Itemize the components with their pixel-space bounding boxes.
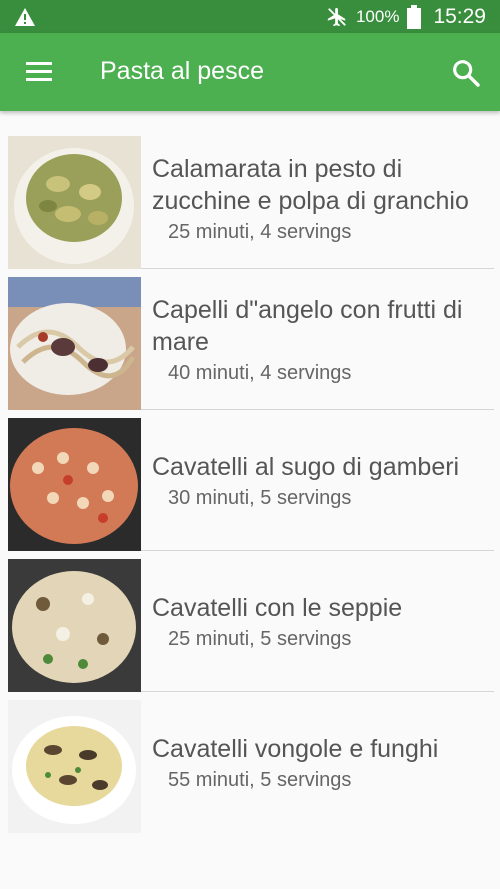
recipe-photo: [8, 559, 141, 692]
recipe-meta: 25 minuti, 5 servings: [168, 627, 352, 650]
recipe-meta: 55 minuti, 5 servings: [168, 768, 352, 791]
app-bar: Pasta al pesce: [0, 33, 500, 111]
recipe-photo: [8, 277, 141, 410]
status-bar: 100% 15:29: [0, 0, 500, 33]
recipe-item[interactable]: Cavatelli con le seppie 25 minuti, 5 ser…: [8, 551, 494, 692]
menu-icon[interactable]: [24, 59, 54, 85]
airplane-mode-icon: [327, 7, 346, 26]
recipe-item[interactable]: Cavatelli al sugo di gamberi 30 minuti, …: [8, 410, 494, 551]
recipe-name: Cavatelli al sugo di gamberi: [152, 452, 460, 481]
recipe-photo: [8, 136, 141, 269]
recipe-item[interactable]: Calamarata in pesto di zucchine e polpa …: [8, 128, 494, 269]
recipe-meta: 30 minuti, 5 servings: [168, 486, 352, 509]
recipe-name: Calamarata in pesto di zucchine e polpa …: [152, 154, 469, 215]
search-icon[interactable]: [450, 57, 482, 89]
recipe-item[interactable]: Cavatelli vongole e funghi 55 minuti, 5 …: [8, 692, 494, 833]
warning-icon: [15, 8, 35, 26]
battery-percent: 100%: [355, 6, 400, 26]
recipe-item[interactable]: Capelli d"angelo con frutti di mare 40 m…: [8, 269, 494, 410]
battery-icon: [407, 4, 422, 29]
recipe-photo: [8, 700, 141, 833]
recipe-meta: 25 minuti, 4 servings: [168, 220, 352, 243]
recipe-meta: 40 minuti, 4 servings: [168, 361, 352, 384]
recipe-name: Cavatelli con le seppie: [152, 593, 403, 622]
recipe-list: Calamarata in pesto di zucchine e polpa …: [0, 128, 500, 833]
recipe-photo: [8, 418, 141, 551]
clock: 15:29: [433, 4, 486, 28]
recipe-name: Cavatelli vongole e funghi: [152, 734, 439, 763]
recipe-name: Capelli d"angelo con frutti di mare: [152, 295, 463, 356]
page-title: Pasta al pesce: [100, 57, 264, 85]
